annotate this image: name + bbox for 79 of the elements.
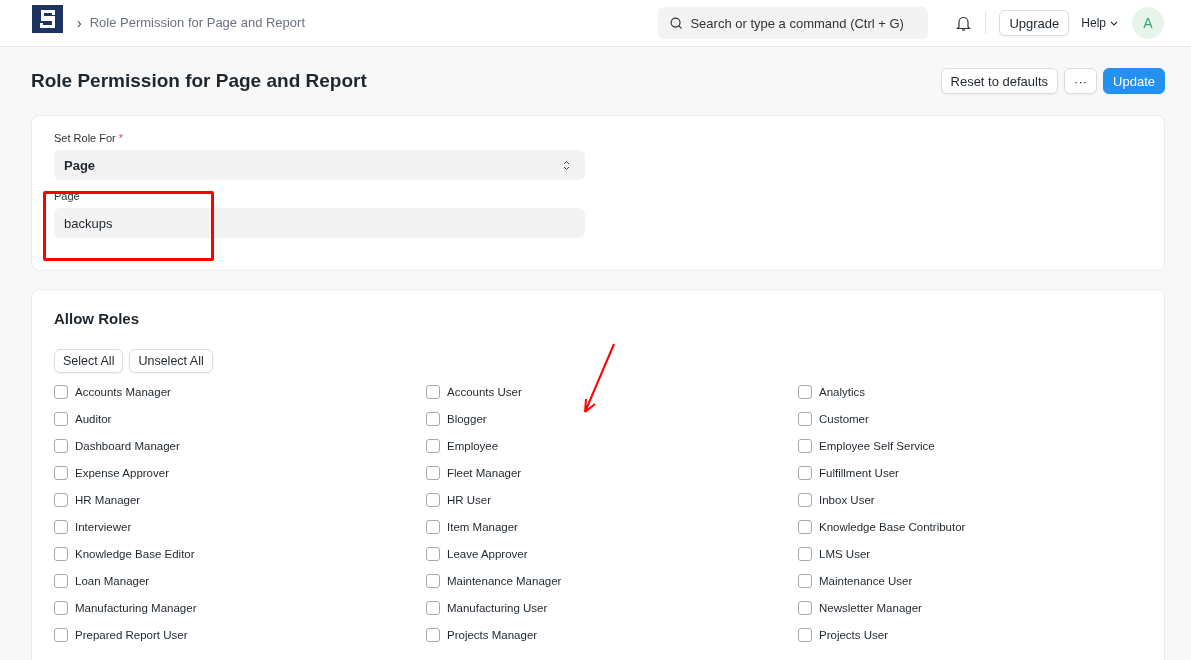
checkbox[interactable] [798,628,812,642]
select-field[interactable]: Page [54,150,585,180]
role-label: Accounts User [447,386,522,398]
role-label: Accounts Manager [75,386,171,398]
checkbox[interactable] [426,385,440,399]
role-label: Knowledge Base Contributor [819,521,966,533]
select-arrows-icon [563,159,570,171]
search-field[interactable]: Search or type a command (Ctrl + G) [658,7,929,39]
role-label: HR Manager [75,494,141,506]
role-label: Employee Self Service [819,440,935,452]
role-label: Fleet Manager [447,467,522,479]
help-menu[interactable]: Help [1081,16,1118,30]
role-label: Blogger [447,413,487,425]
app-logo[interactable] [32,5,63,33]
role-label: Fulfillment User [819,467,899,479]
notification-bell-icon[interactable] [956,14,972,32]
checkbox[interactable] [798,385,812,399]
role-label: Expense Approver [75,467,169,479]
checkbox[interactable] [54,385,68,399]
role-label: LMS User [819,548,871,560]
field-label: Set Role For [54,132,116,144]
selection-button[interactable]: Select All [54,349,124,373]
checkbox[interactable] [426,601,440,615]
checkbox[interactable] [426,466,440,480]
checkbox[interactable] [798,574,812,588]
checkbox[interactable] [54,628,68,642]
role-label: Projects Manager [447,629,538,641]
input-field[interactable]: backups [54,208,585,238]
checkbox[interactable] [54,520,68,534]
checkbox[interactable] [54,547,68,561]
checkbox[interactable] [426,574,440,588]
checkbox[interactable] [426,628,440,642]
checkbox[interactable] [426,412,440,426]
role-label: Employee [447,440,499,452]
chevron-down-icon [1110,20,1118,26]
role-label: Manufacturing User [447,602,548,614]
role-label: Knowledge Base Editor [75,548,195,560]
role-label: Auditor [75,413,112,425]
checkbox[interactable] [426,493,440,507]
breadcrumb-separator: › [77,15,82,31]
checkbox[interactable] [54,493,68,507]
role-label: Interviewer [75,521,132,533]
page-title: Role Permission for Page and Report [31,70,367,92]
role-label: Dashboard Manager [75,440,180,452]
checkbox[interactable] [798,520,812,534]
checkbox[interactable] [798,601,812,615]
checkbox[interactable] [426,439,440,453]
required-mark: * [118,132,124,144]
role-label: Maintenance Manager [447,575,562,587]
checkbox[interactable] [798,466,812,480]
selection-button[interactable]: Unselect All [129,349,213,373]
role-label: Prepared Report User [75,629,188,641]
action-button[interactable]: ··· [1064,68,1098,94]
checkbox[interactable] [798,547,812,561]
checkbox[interactable] [426,520,440,534]
role-label: Newsletter Manager [819,602,922,614]
action-button[interactable]: Reset to defaults [940,68,1059,94]
checkbox[interactable] [54,601,68,615]
checkbox[interactable] [426,547,440,561]
role-label: Inbox User [819,494,875,506]
role-label: Projects User [819,629,889,641]
checkbox[interactable] [54,412,68,426]
role-label: Manufacturing Manager [75,602,197,614]
role-label: Maintenance User [819,575,913,587]
checkbox[interactable] [54,439,68,453]
role-label: Leave Approver [447,548,528,560]
checkbox[interactable] [54,466,68,480]
role-label: HR User [447,494,492,506]
role-label: Customer [819,413,869,425]
upgrade-button[interactable]: Upgrade [999,10,1070,36]
breadcrumb-link[interactable]: Role Permission for Page and Report [89,14,305,30]
role-label: Loan Manager [75,575,150,587]
role-label: Analytics [819,386,866,398]
section-title: Allow Roles [54,310,140,327]
checkbox[interactable] [798,412,812,426]
checkbox[interactable] [798,493,812,507]
role-label: Item Manager [447,521,518,533]
checkbox[interactable] [798,439,812,453]
checkbox[interactable] [54,574,68,588]
